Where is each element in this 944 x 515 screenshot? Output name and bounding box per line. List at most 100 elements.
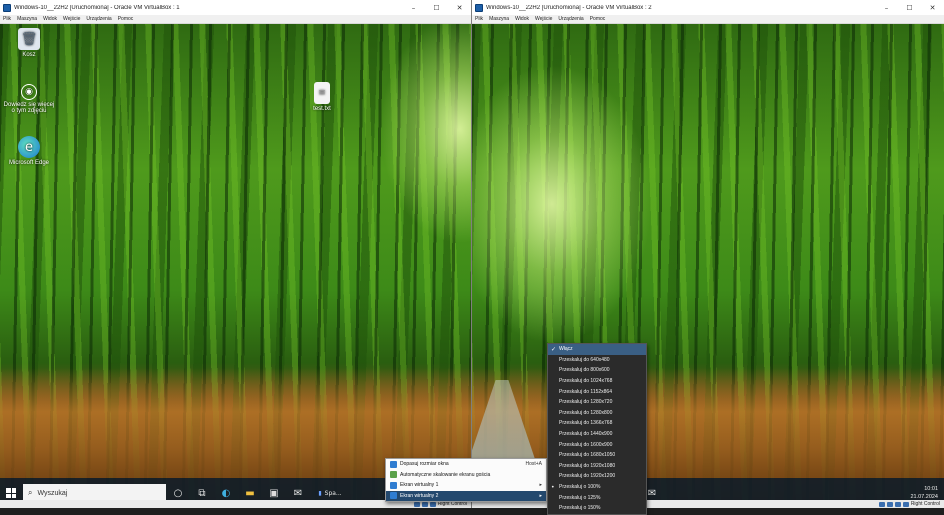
status-icon [886, 501, 893, 507]
maximize-button[interactable]: ☐ [898, 0, 921, 15]
menu-help[interactable]: Pomoc [590, 16, 606, 22]
status-icon [902, 501, 909, 507]
menu-devices[interactable]: Urządzenia [558, 16, 583, 22]
virtualbox-window-1[interactable]: Windows-10__22H2 [Uruchomiona] - Oracle … [0, 0, 472, 508]
menu-item-label: Automatyczne skalowanie ekranu gościa [400, 471, 491, 478]
menu-view[interactable]: Widok [43, 16, 57, 22]
submenu-item-scale[interactable]: • Przeskaluj o 100% [548, 482, 646, 493]
menu-devices[interactable]: Urządzenia [86, 16, 111, 22]
view-context-menu: Dopasuj rozmiar okna Host+A Automatyczne… [385, 458, 547, 502]
folder-icon: ▬ [245, 487, 255, 499]
menu-file[interactable]: Plik [475, 16, 483, 22]
status-icon [421, 501, 428, 507]
camera-icon: ◉ [21, 84, 37, 100]
desktop-icon-recycle-bin[interactable]: 🗑 Kosz [3, 28, 55, 58]
submenu-item-label: Przeskaluj do 1366x768 [559, 420, 613, 427]
submenu-item-label: Przeskaluj do 1024x768 [559, 378, 613, 385]
search-icon: ⌕ [28, 488, 33, 497]
minimize-button[interactable]: – [402, 0, 425, 15]
virtualbox-window-2[interactable]: Windows-10__22H2 [Uruchomiona] - Oracle … [472, 0, 944, 508]
clock-time: 10:01 [924, 486, 938, 492]
menu-input[interactable]: Wejście [535, 16, 552, 22]
window-1-menubar: Plik Maszyna Widok Wejście Urządzenia Po… [0, 15, 471, 24]
menu-item-label: Ekran wirtualny 1 [400, 482, 439, 489]
virtual-screen-submenu: ✓ Włącz Przeskaluj do 640x480 Przeskaluj … [547, 343, 647, 515]
submenu-item-label: Przeskaluj do 1680x1050 [559, 452, 616, 459]
resize-icon [390, 460, 397, 468]
submenu-item-resize[interactable]: Przeskaluj do 1280x800 [548, 408, 646, 419]
menu-item-virtual-screen-2[interactable]: Ekran wirtualny 2 ▸ [386, 490, 546, 501]
guest-screen-2[interactable]: ✉ 10:01 21.07.2024 [472, 24, 944, 508]
submenu-item-resize[interactable]: Przeskaluj do 640x480 [548, 355, 646, 366]
search-placeholder: Wyszukaj [37, 489, 68, 497]
minimize-button[interactable]: – [875, 0, 898, 15]
submenu-item-scale[interactable]: Przeskaluj o 150% [548, 503, 646, 514]
light-glow [472, 64, 652, 344]
submenu-item-label: Przeskaluj do 800x600 [559, 367, 610, 374]
submenu-arrow-icon: ▸ [539, 482, 542, 489]
desktop-icon-edge[interactable]: e Microsoft Edge [3, 136, 55, 166]
menu-machine[interactable]: Maszyna [17, 16, 37, 22]
cortana-icon: ○ [173, 487, 183, 499]
menu-item-adjust-window[interactable]: Dopasuj rozmiar okna Host+A [386, 459, 546, 470]
status-icon [878, 501, 885, 507]
submenu-item-label: Przeskaluj do 1920x1200 [559, 473, 616, 480]
window-1-title: Windows-10__22H2 [Uruchomiona] - Oracle … [14, 4, 180, 11]
guest-screen-1[interactable]: 🗑 Kosz ◉ Dowiedz się więcej o tym zdjęci… [0, 24, 471, 508]
desktop-icon-text-file[interactable]: ≡ test.txt [296, 82, 348, 112]
desktop-icon-label: test.txt [313, 106, 331, 112]
mail-icon: ✉ [293, 487, 303, 499]
menu-item-virtual-screen-1[interactable]: Ekran wirtualny 1 ▸ [386, 480, 546, 491]
task-view-icon: ⧉ [198, 487, 206, 499]
status-icon [413, 501, 420, 507]
window-1-titlebar[interactable]: Windows-10__22H2 [Uruchomiona] - Oracle … [0, 0, 471, 15]
close-button[interactable]: ✕ [448, 0, 471, 15]
submenu-item-label: Przeskaluj do 1280x800 [559, 409, 613, 416]
menu-help[interactable]: Pomoc [118, 16, 134, 22]
menu-item-label: Dopasuj rozmiar okna [400, 461, 449, 468]
text-file-icon: ≡ [314, 82, 330, 104]
submenu-item-label: Przeskaluj o 125% [559, 494, 601, 501]
close-button[interactable]: ✕ [921, 0, 944, 15]
submenu-item-label: Przeskaluj do 1280x720 [559, 399, 613, 406]
window-2-menubar: Plik Maszyna Widok Wejście Urządzenia Po… [472, 15, 944, 24]
submenu-item-enable[interactable]: ✓ Włącz [548, 344, 646, 355]
monitor-icon [390, 481, 397, 489]
submenu-item-resize[interactable]: Przeskaluj do 800x600 [548, 365, 646, 376]
menu-item-auto-scale[interactable]: Automatyczne skalowanie ekranu gościa [386, 470, 546, 481]
tray-clock[interactable]: 10:01 21.07.2024 [910, 485, 938, 501]
window-2-titlebar[interactable]: Windows-10__22H2 [Uruchomiona] - Oracle … [472, 0, 944, 15]
submenu-item-resize[interactable]: Przeskaluj do 1366x768 [548, 418, 646, 429]
submenu-item-resize[interactable]: Przeskaluj do 1920x1200 [548, 471, 646, 482]
scale-icon [390, 471, 397, 479]
submenu-item-resize[interactable]: Przeskaluj do 1920x1080 [548, 461, 646, 472]
submenu-item-resize[interactable]: Przeskaluj do 1280x720 [548, 397, 646, 408]
submenu-item-label: Przeskaluj o 100% [559, 484, 601, 491]
submenu-item-scale[interactable]: Przeskaluj o 125% [548, 492, 646, 503]
submenu-item-label: Przeskaluj o 150% [559, 505, 601, 512]
mail-icon: ✉ [647, 487, 657, 499]
desktop-icon-label: Microsoft Edge [8, 160, 50, 166]
submenu-item-resize[interactable]: Przeskaluj do 1440x900 [548, 429, 646, 440]
menu-machine[interactable]: Maszyna [489, 16, 509, 22]
submenu-item-resize[interactable]: Przeskaluj do 1152x864 [548, 386, 646, 397]
desktop-icon-learn-more[interactable]: ◉ Dowiedz się więcej o tym zdjęciu [3, 84, 55, 114]
desktop-icon-label: Dowiedz się więcej o tym zdjęciu [3, 102, 55, 114]
check-icon: ✓ [551, 345, 557, 353]
status-icon [894, 501, 901, 507]
window-2-title: Windows-10__22H2 [Uruchomiona] - Oracle … [486, 4, 652, 11]
status-icon [429, 501, 436, 507]
app-label: Spa... [324, 489, 342, 497]
submenu-item-resize[interactable]: Przeskaluj do 1680x1050 [548, 450, 646, 461]
host-key-label: Right Control [910, 501, 940, 507]
virtualbox-icon [475, 3, 483, 12]
menu-input[interactable]: Wejście [63, 16, 80, 22]
menu-file[interactable]: Plik [3, 16, 11, 22]
submenu-item-resize[interactable]: Przeskaluj do 1600x900 [548, 439, 646, 450]
maximize-button[interactable]: ☐ [425, 0, 448, 15]
edge-icon: e [18, 136, 40, 158]
menu-view[interactable]: Widok [515, 16, 529, 22]
windows-logo-icon [6, 488, 16, 498]
edge-icon: ◐ [221, 487, 231, 499]
submenu-item-resize[interactable]: Przeskaluj do 1024x768 [548, 376, 646, 387]
